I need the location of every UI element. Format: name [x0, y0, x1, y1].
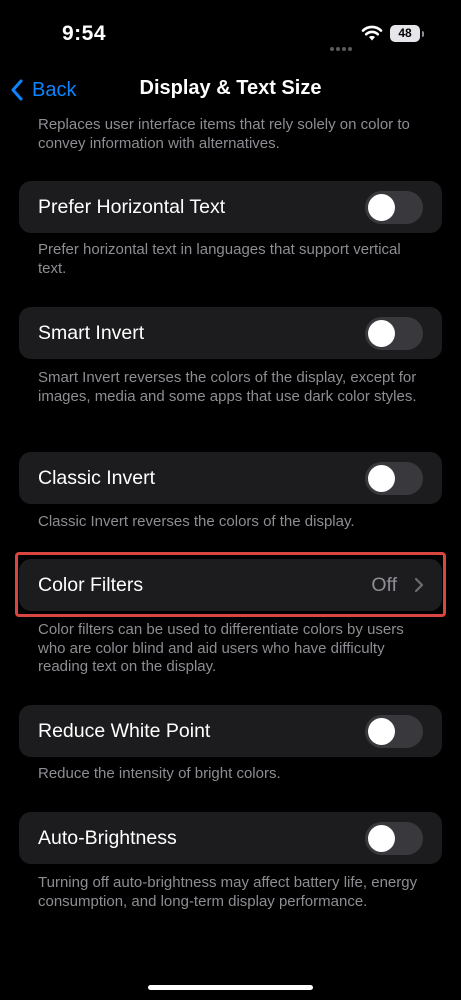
page-title: Display & Text Size [139, 77, 322, 99]
row-label: Reduce White Point [38, 720, 211, 742]
auto-brightness-footer: Turning off auto-brightness may affect b… [38, 874, 418, 910]
wifi-icon [361, 25, 383, 41]
toggle-knob [368, 718, 395, 745]
prefer-horizontal-text-footer: Prefer horizontal text in languages that… [38, 241, 401, 277]
prefer-horizontal-text-toggle[interactable] [365, 191, 423, 224]
row-label: Color Filters [38, 574, 144, 596]
home-indicator [148, 985, 313, 990]
toggle-knob [368, 465, 395, 492]
battery-icon: 48 [390, 25, 420, 42]
toggle-knob [368, 194, 395, 221]
row-label: Classic Invert [38, 467, 156, 489]
toggle-knob [368, 320, 395, 347]
row-label: Prefer Horizontal Text [38, 196, 226, 218]
classic-invert-toggle[interactable] [365, 462, 423, 495]
chevron-right-icon [414, 577, 424, 593]
toggle-knob [368, 825, 395, 852]
color-filters-value: Off [371, 574, 397, 596]
status-bar: 9:54 48 [0, 0, 461, 70]
smart-invert-toggle[interactable] [365, 317, 423, 350]
prefer-horizontal-text-row[interactable]: Prefer Horizontal Text [19, 181, 442, 233]
auto-brightness-toggle[interactable] [365, 822, 423, 855]
smart-invert-row[interactable]: Smart Invert [19, 307, 442, 359]
color-filters-footer: Color filters can be used to differentia… [38, 621, 404, 675]
auto-brightness-row[interactable]: Auto-Brightness [19, 812, 442, 864]
status-time: 9:54 [62, 22, 107, 45]
row-label: Smart Invert [38, 322, 145, 344]
battery-tip [422, 31, 424, 37]
color-filters-row[interactable]: Color Filters Off [19, 559, 442, 611]
reduce-white-point-footer: Reduce the intensity of bright colors. [38, 765, 281, 782]
classic-invert-row[interactable]: Classic Invert [19, 452, 442, 504]
navigation-bar: Back Display & Text Size [0, 70, 461, 110]
reduce-white-point-toggle[interactable] [365, 715, 423, 748]
smart-invert-footer: Smart Invert reverses the colors of the … [38, 369, 417, 405]
differentiate-without-color-footer: Replaces user interface items that rely … [38, 116, 410, 152]
cellular-signal-icon [330, 38, 354, 51]
reduce-white-point-row[interactable]: Reduce White Point [19, 705, 442, 757]
classic-invert-footer: Classic Invert reverses the colors of th… [38, 513, 355, 530]
row-label: Auto-Brightness [38, 827, 177, 849]
